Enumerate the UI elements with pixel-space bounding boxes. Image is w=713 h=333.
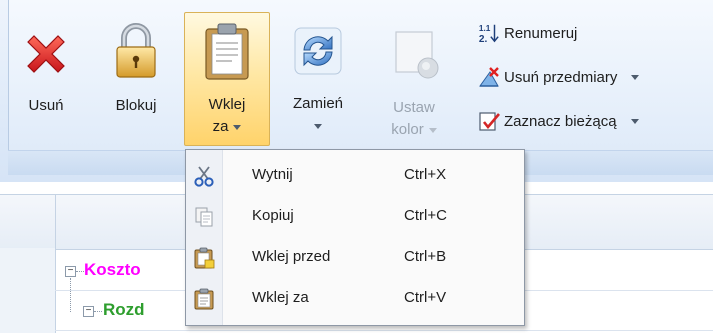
refresh-icon bbox=[294, 27, 342, 75]
set-color-button[interactable]: Ustaw kolor bbox=[372, 14, 456, 142]
column-separator bbox=[55, 195, 56, 249]
chevron-down-icon bbox=[428, 127, 437, 133]
copy-icon bbox=[195, 207, 213, 227]
row-selector-column bbox=[0, 248, 56, 333]
paste-before-icon bbox=[194, 247, 215, 269]
tree-node-chapter[interactable]: Rozd bbox=[103, 300, 145, 320]
menu-item-paste-before-shortcut: Ctrl+B bbox=[404, 248, 447, 265]
lock-button[interactable]: Blokuj bbox=[104, 14, 168, 142]
row-divider bbox=[55, 330, 713, 331]
svg-text:1.1: 1.1 bbox=[479, 24, 491, 33]
menu-item-copy-shortcut: Ctrl+C bbox=[404, 207, 447, 224]
menu-item-cut[interactable]: Wytnij Ctrl+X bbox=[186, 156, 524, 194]
renumber-label: Renumeruj bbox=[504, 24, 578, 42]
clipboard-icon bbox=[205, 23, 249, 80]
delete-label: Usuń bbox=[28, 97, 64, 114]
paste-after-label-text: za bbox=[212, 118, 229, 135]
menu-item-paste-before[interactable]: Wklej przed Ctrl+B bbox=[186, 238, 524, 276]
menu-item-paste-after-label: Wklej za bbox=[252, 289, 309, 306]
delete-measurements-button[interactable]: Usuń przedmiary bbox=[478, 64, 640, 90]
set-color-label-line2: kolor bbox=[372, 120, 456, 140]
paste-after-label-line2: za bbox=[185, 117, 269, 137]
menu-item-copy-label: Kopiuj bbox=[252, 207, 294, 224]
mark-current-label: Zaznacz bieżącą bbox=[504, 112, 617, 130]
delete-x-icon bbox=[27, 35, 65, 73]
menu-item-copy[interactable]: Kopiuj Ctrl+C bbox=[186, 197, 524, 235]
tree-connector bbox=[94, 311, 102, 312]
paste-dropdown-menu: Wytnij Ctrl+X Kopiuj Ctrl+C Wklej przed … bbox=[185, 149, 525, 326]
menu-item-cut-label: Wytnij bbox=[252, 166, 293, 183]
renumber-button[interactable]: 1.1 2. Renumeruj bbox=[478, 20, 577, 46]
set-color-label-text: kolor bbox=[391, 121, 424, 138]
menu-item-paste-before-label: Wklej przed bbox=[252, 248, 331, 265]
delete-measurements-label: Usuń przedmiary bbox=[504, 68, 618, 86]
color-swatch-icon bbox=[395, 31, 439, 79]
replace-dropdown[interactable] bbox=[280, 116, 356, 136]
checkbox-check-icon bbox=[479, 112, 500, 131]
chevron-down-icon bbox=[314, 123, 322, 129]
menu-item-paste-after[interactable]: Wklej za Ctrl+V bbox=[186, 279, 524, 317]
paste-after-button[interactable]: Wklej za bbox=[184, 12, 270, 146]
lock-label: Blokuj bbox=[115, 97, 157, 114]
tree-connector bbox=[76, 271, 84, 272]
paste-after-icon bbox=[194, 288, 214, 310]
delete-button[interactable]: Usuń bbox=[14, 14, 78, 142]
chevron-down-icon[interactable] bbox=[630, 118, 639, 124]
menu-item-cut-shortcut: Ctrl+X bbox=[404, 166, 447, 183]
scissors-icon bbox=[194, 166, 214, 187]
tree-connector bbox=[70, 278, 71, 312]
chevron-down-icon[interactable] bbox=[631, 74, 640, 80]
renumber-icon: 1.1 2. bbox=[479, 24, 499, 44]
replace-label: Zamień bbox=[292, 95, 344, 112]
svg-text:2.: 2. bbox=[479, 34, 488, 44]
replace-button[interactable]: Zamień bbox=[280, 14, 356, 142]
padlock-icon bbox=[116, 23, 156, 78]
tree-node-cost-estimate[interactable]: Koszto bbox=[84, 260, 141, 280]
set-color-label-line1: Ustaw bbox=[393, 99, 435, 116]
menu-item-paste-after-shortcut: Ctrl+V bbox=[404, 289, 447, 306]
paste-after-label-line1: Wklej bbox=[208, 96, 246, 113]
collapse-toggle-icon[interactable]: − bbox=[83, 306, 94, 317]
mark-current-button[interactable]: Zaznacz bieżącą bbox=[478, 108, 639, 134]
chevron-down-icon bbox=[233, 124, 242, 130]
collapse-toggle-icon[interactable]: − bbox=[65, 266, 76, 277]
delete-measurements-icon bbox=[479, 67, 499, 87]
